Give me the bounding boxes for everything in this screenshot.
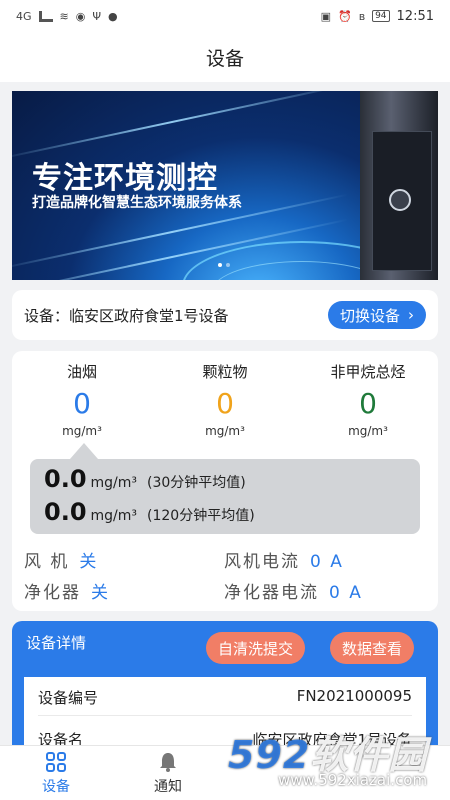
purifier-value: 关	[91, 583, 110, 603]
metric-value: 0	[73, 387, 91, 420]
metric-unit: mg/m³	[62, 424, 102, 438]
average-row-120: 0.0 mg/m³ (120分钟平均值)	[44, 498, 406, 531]
fan-current-value: 0 A	[310, 552, 344, 572]
metric-label: 颗粒物	[202, 363, 248, 381]
fan-label: 风 机	[24, 552, 70, 572]
status-time: 12:51	[396, 8, 434, 24]
chevron-right-icon: ›	[408, 306, 414, 324]
alarm-icon: ⏰	[337, 9, 352, 23]
nfc-icon: ▣	[320, 9, 331, 23]
average-value: 0.0	[44, 498, 87, 526]
watermark-url: www.592xiazai.com	[278, 771, 428, 789]
banner-pagination	[218, 263, 230, 267]
detail-row: 设备编号 FN2021000095	[38, 687, 412, 708]
fan-status: 风 机关	[24, 547, 98, 572]
banner-dot[interactable]	[226, 263, 230, 267]
data-view-button[interactable]: 数据查看	[330, 632, 415, 664]
banner-streak	[12, 91, 349, 161]
metric-oil-fume: 油烟 0 mg/m³	[12, 361, 152, 438]
bell-icon	[160, 753, 176, 772]
purifier-current-value: 0 A	[329, 583, 363, 603]
banner-subtitle: 打造品牌化智慧生态环境服务体系	[32, 195, 242, 211]
purifier-label: 净化器	[24, 583, 81, 603]
page-title: 设备	[205, 47, 244, 70]
fan-current-label: 风机电流	[224, 552, 300, 572]
average-unit: mg/m³	[90, 508, 138, 524]
network-type: 4G	[16, 9, 32, 23]
device-name: 设备：临安区政府食堂1号设备	[24, 306, 229, 325]
shield-icon: ●	[108, 9, 118, 23]
watermark: 592软件园 www.592xiazai.com	[228, 724, 450, 800]
metric-label: 非甲烷总烃	[330, 363, 406, 381]
metric-unit: mg/m³	[205, 424, 245, 438]
row-divider	[38, 715, 412, 716]
status-bar: 4G ≋ ◉ Ψ ● ▣ ⏰ ʙ 94 12:51	[0, 0, 450, 32]
device-selector-card: 设备：临安区政府食堂1号设备 切换设备 ›	[12, 290, 438, 340]
bluetooth-icon: ʙ	[358, 9, 366, 23]
battery-icon: 94	[372, 10, 390, 22]
grid-icon	[46, 752, 66, 772]
purifier-status: 净化器关	[24, 578, 110, 603]
average-unit: mg/m³	[90, 475, 138, 491]
switch-device-button[interactable]: 切换设备 ›	[327, 301, 426, 329]
average-note: (120分钟平均值)	[147, 508, 255, 524]
usb-icon: Ψ	[92, 9, 102, 23]
eye-icon: ◉	[75, 9, 86, 23]
metrics-card: 油烟 0 mg/m³ 颗粒物 0 mg/m³ 非甲烷总烃 0 mg/m³ 0.0…	[12, 351, 438, 611]
detail-row-label: 设备编号	[38, 689, 99, 707]
signal-icon	[38, 10, 53, 22]
banner-dot[interactable]	[218, 263, 222, 267]
tab-device[interactable]: 设备	[6, 746, 106, 800]
banner-title: 专注环境测控	[32, 161, 218, 196]
metric-nmhc: 非甲烷总烃 0 mg/m³	[298, 361, 438, 438]
purifier-current-status: 净化器电流 0 A	[224, 578, 363, 603]
range-hood-knob	[389, 189, 411, 211]
self-clean-button[interactable]: 自清洗提交	[206, 632, 306, 664]
status-left: 4G ≋ ◉ Ψ ●	[16, 10, 118, 23]
fan-value: 关	[79, 552, 99, 572]
purifier-current-label: 净化器电流	[224, 583, 319, 603]
switch-device-label: 切换设备	[339, 306, 400, 325]
status-right: ▣ ⏰ ʙ 94 12:51	[321, 9, 434, 24]
self-clean-label: 自清洗提交	[218, 639, 294, 658]
tab-notification[interactable]: 通知	[118, 746, 218, 800]
average-note: (30分钟平均值)	[147, 475, 246, 491]
wifi-icon: ≋	[59, 9, 69, 23]
avg-pointer	[70, 443, 98, 459]
metric-value: 0	[359, 387, 377, 420]
average-box: 0.0 mg/m³ (30分钟平均值) 0.0 mg/m³ (120分钟平均值)	[30, 459, 420, 534]
fan-current-status: 风机电流 0 A	[224, 547, 344, 572]
detail-title: 设备详情	[26, 634, 87, 652]
metric-value: 0	[216, 387, 234, 420]
page-title-bar: 设备	[0, 32, 450, 82]
metric-particulate: 颗粒物 0 mg/m³	[155, 361, 295, 438]
data-view-label: 数据查看	[342, 639, 403, 658]
average-row-30: 0.0 mg/m³ (30分钟平均值)	[44, 465, 406, 498]
average-value: 0.0	[44, 465, 87, 493]
promo-banner[interactable]: 专注环境测控 打造品牌化智慧生态环境服务体系	[12, 91, 438, 280]
detail-row-value: FN2021000095	[296, 687, 412, 705]
metric-unit: mg/m³	[348, 424, 388, 438]
metric-label: 油烟	[66, 363, 97, 381]
tab-label: 通知	[154, 779, 182, 795]
tab-label: 设备	[42, 779, 70, 795]
